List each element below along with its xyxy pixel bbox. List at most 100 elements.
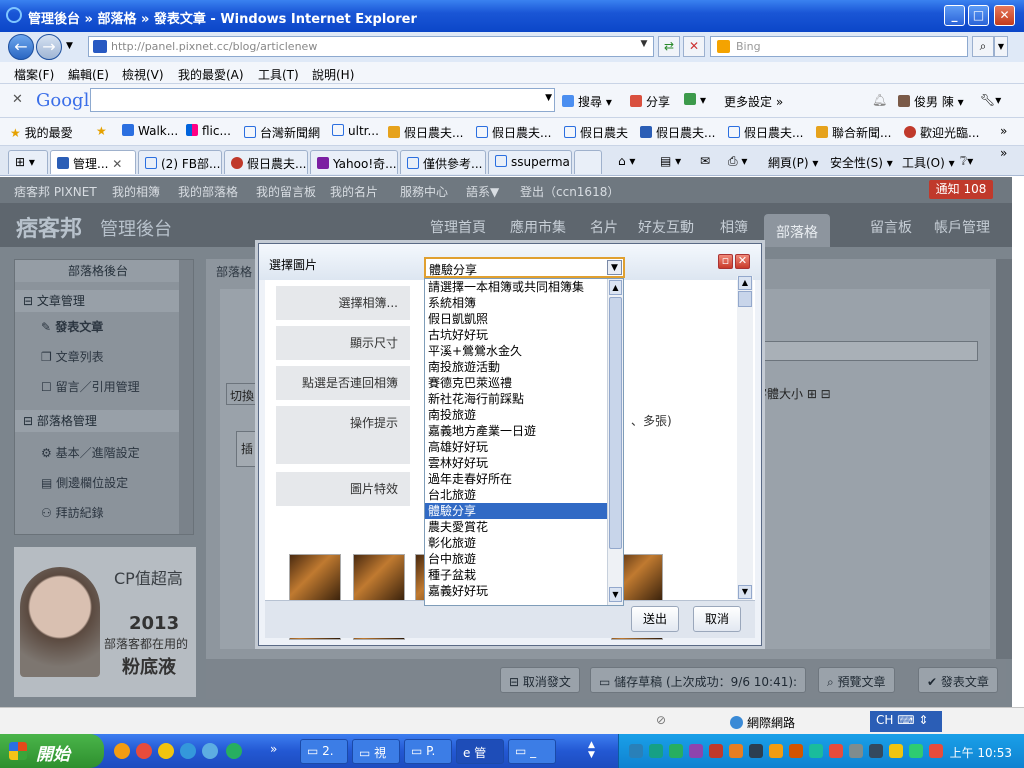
tray-icon[interactable]: [829, 744, 843, 758]
nav-account[interactable]: 帳戶管理: [934, 217, 990, 237]
maximize-button[interactable]: □: [968, 5, 989, 26]
sidebar-section-articles[interactable]: ⊟ 文章管理: [15, 290, 181, 312]
chevron-right-icon[interactable]: »: [1000, 124, 1007, 138]
nav-blog[interactable]: 部落格: [764, 214, 830, 247]
tray-icon[interactable]: [769, 744, 783, 758]
home-icon[interactable]: ⌂ ▾: [618, 154, 635, 168]
scroll-up-icon[interactable]: ▲: [738, 276, 752, 290]
quick-launch-icon[interactable]: [226, 743, 242, 759]
tray-icon[interactable]: [849, 744, 863, 758]
favorite-item[interactable]: 假日農夫...: [728, 124, 803, 141]
sidebar-item-visits[interactable]: ⚇ 拜訪紀錄: [41, 504, 104, 521]
tab-yahoo[interactable]: Yahoo!奇...: [310, 150, 398, 174]
feeds-icon[interactable]: ▤ ▾: [660, 154, 681, 168]
preview-button[interactable]: ⌕ 預覽文章: [818, 667, 895, 693]
nav-my-blog[interactable]: 我的部落格: [178, 183, 238, 200]
album-option[interactable]: 台中旅遊: [425, 551, 623, 567]
album-dropdown-list[interactable]: 請選擇一本相簿或共同相簿集 系統相簿 假日凱凱照 古坑好好玩 平溪+鶯鶯水金久 南投旅遊活…: [424, 278, 624, 606]
favorite-item[interactable]: 台灣新聞網: [244, 124, 320, 141]
tray-icon[interactable]: [809, 744, 823, 758]
notification-badge[interactable]: 通知 108: [929, 180, 993, 199]
favorite-item[interactable]: flic...: [186, 124, 231, 138]
clock[interactable]: 上午 10:53: [950, 744, 1012, 761]
tools-menu[interactable]: 工具(O) ▾: [902, 154, 955, 171]
mail-icon[interactable]: ✉: [700, 154, 710, 168]
google-search-input[interactable]: ▼: [90, 88, 555, 112]
publish-button[interactable]: ✔ 發表文章: [918, 667, 998, 693]
chevron-down-icon[interactable]: ▼: [607, 260, 622, 275]
wrench-icon[interactable]: 🔧︎▾: [980, 93, 1001, 107]
tab-fb[interactable]: (2) FB部...: [138, 150, 222, 174]
nav-guestbook[interactable]: 留言板: [870, 217, 912, 237]
pixnet-logo[interactable]: 痞客邦: [16, 211, 82, 243]
taskbar-button[interactable]: ▭ 2.: [300, 739, 348, 764]
cancel-button[interactable]: 取消: [693, 606, 741, 632]
tray-icon[interactable]: [729, 744, 743, 758]
menu-tools[interactable]: 工具(T): [258, 66, 299, 83]
album-option[interactable]: 新社花海行前踩點: [425, 391, 623, 407]
search-box[interactable]: Bing: [710, 36, 968, 57]
album-option[interactable]: 請選擇一本相簿或共同相簿集: [425, 279, 623, 295]
tab-admin[interactable]: 管理... ✕: [50, 150, 136, 174]
tab-reference[interactable]: 僅供參考...: [400, 150, 486, 174]
scroll-down-icon[interactable]: ▼: [738, 585, 752, 599]
nav-logout[interactable]: 登出（ccn1618）: [520, 183, 619, 200]
sidebar-item-settings[interactable]: ⚙ 基本／進階設定: [41, 444, 140, 461]
tray-icon[interactable]: [789, 744, 803, 758]
tray-icon[interactable]: [749, 744, 763, 758]
refresh-button[interactable]: ⇄: [658, 36, 680, 57]
send-button[interactable]: 送出: [631, 606, 679, 632]
user-account-menu[interactable]: 俊男 陳 ▾: [898, 93, 964, 110]
restore-dialog-icon[interactable]: ▫: [718, 254, 733, 269]
recent-pages-dropdown-icon[interactable]: ▼: [66, 41, 73, 51]
tray-icon[interactable]: [869, 744, 883, 758]
scroll-up-icon[interactable]: ▲: [609, 280, 622, 295]
nav-friends[interactable]: 好友互動: [638, 217, 694, 237]
google-share-button[interactable]: 分享: [630, 93, 670, 110]
sidebar-item-post-list[interactable]: ❐ 文章列表: [41, 348, 104, 365]
album-option[interactable]: 台北旅遊: [425, 487, 623, 503]
album-option[interactable]: 嘉義地方產業一日遊: [425, 423, 623, 439]
page-scrollbar[interactable]: [996, 259, 1012, 659]
close-toolbar-icon[interactable]: ✕: [12, 92, 23, 107]
album-option[interactable]: 種子盆栽: [425, 567, 623, 583]
back-button[interactable]: ←: [8, 34, 34, 60]
favorite-item[interactable]: ultr...: [332, 124, 379, 138]
album-option[interactable]: 系統相簿: [425, 295, 623, 311]
bookmark-dropdown[interactable]: ▾: [684, 93, 706, 107]
tray-icon[interactable]: [929, 744, 943, 758]
sidebar-scrollbar[interactable]: [179, 260, 193, 534]
quick-tabs-button[interactable]: ⊞ ▾: [8, 150, 48, 174]
cancel-post-button[interactable]: ⊟ 取消發文: [500, 667, 580, 693]
album-option[interactable]: 雲林好好玩: [425, 455, 623, 471]
album-option[interactable]: 南投旅遊活動: [425, 359, 623, 375]
favorite-item[interactable]: 聯合新聞...: [816, 124, 891, 141]
nav-albums[interactable]: 相簿: [720, 217, 748, 237]
safety-menu[interactable]: 安全性(S) ▾: [830, 154, 893, 171]
album-option[interactable]: 南投旅遊: [425, 407, 623, 423]
google-search-button[interactable]: 搜尋 ▾: [562, 93, 612, 110]
album-option[interactable]: 嘉義好好玩: [425, 583, 623, 599]
album-list-scrollbar[interactable]: ▲ ▼: [607, 279, 623, 605]
advertisement[interactable]: CP值超高 2013 部落客都在用的 粉底液: [14, 547, 196, 697]
album-option[interactable]: 農夫愛賞花: [425, 519, 623, 535]
menu-favorites[interactable]: 我的最愛(A): [178, 66, 244, 83]
favorites-button[interactable]: ★ 我的最愛: [10, 124, 73, 141]
favorite-item[interactable]: 歡迎光臨...: [904, 124, 979, 141]
chevron-right-icon[interactable]: »: [270, 742, 277, 756]
tray-icon[interactable]: [689, 744, 703, 758]
nav-my-albums[interactable]: 我的相簿: [112, 183, 160, 200]
tray-icon[interactable]: [649, 744, 663, 758]
taskbar-button-ie[interactable]: e 管: [456, 739, 504, 764]
album-select[interactable]: 體驗分享 ▼: [424, 257, 625, 278]
nav-pixnet[interactable]: 痞客邦 PIXNET: [14, 183, 97, 200]
album-option[interactable]: 平溪+鶯鶯水金久: [425, 343, 623, 359]
sidebar-section-blog[interactable]: ⊟ 部落格管理: [15, 410, 181, 432]
tray-icon[interactable]: [909, 744, 923, 758]
favorite-item[interactable]: Walk...: [122, 124, 178, 138]
scroll-thumb[interactable]: [738, 291, 752, 307]
forward-button[interactable]: →: [36, 34, 62, 60]
tab-ssuperma[interactable]: ssuperma...: [488, 150, 572, 174]
quick-launch-icon[interactable]: [202, 743, 218, 759]
language-bar[interactable]: CH ⌨ ⇕: [870, 711, 942, 732]
